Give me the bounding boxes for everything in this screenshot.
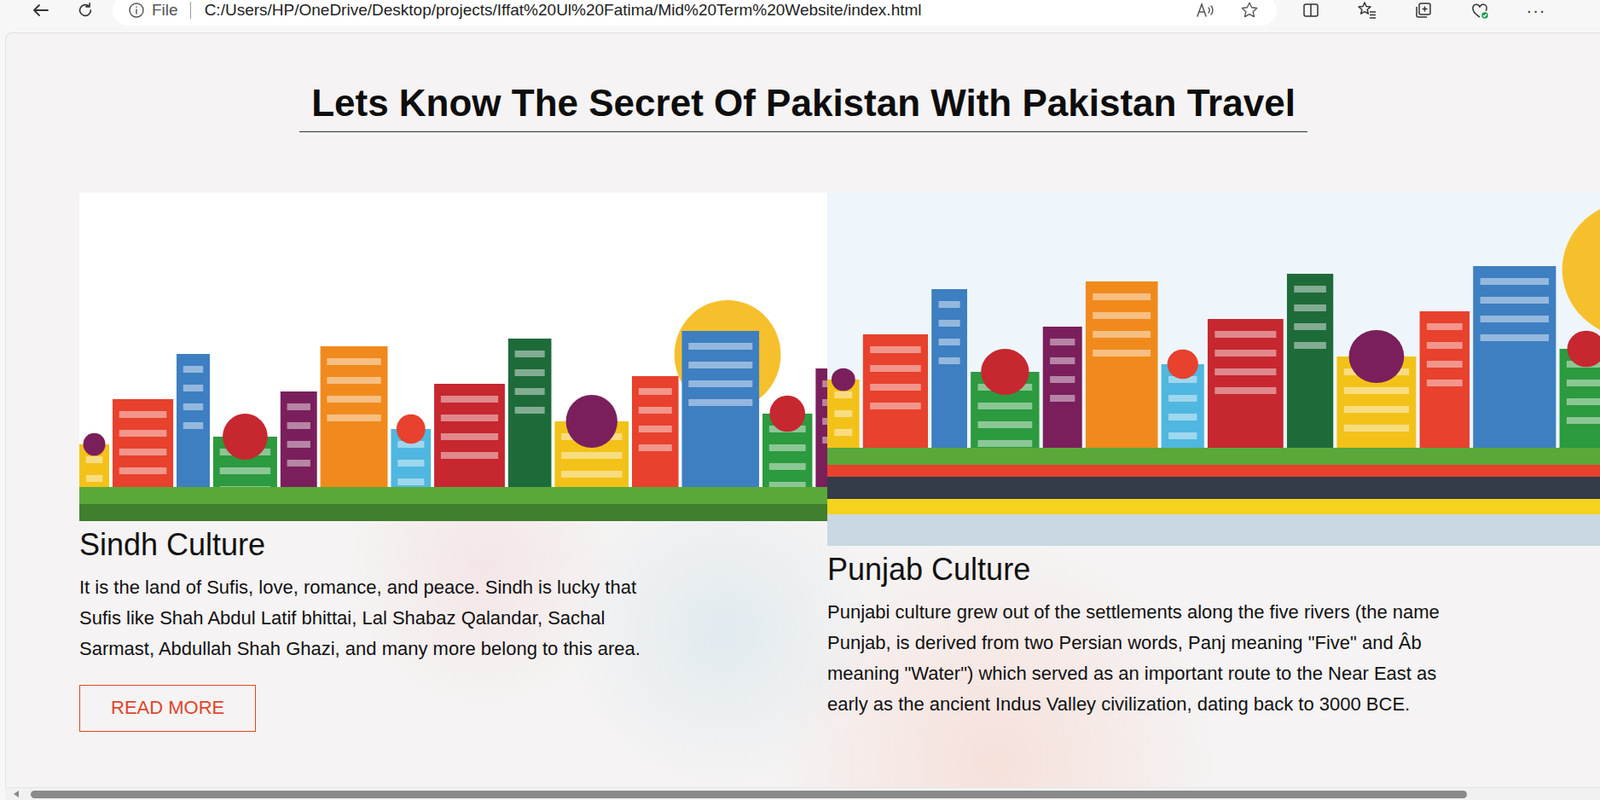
page-heading: Lets Know The Secret Of Pakistan With Pa… (299, 81, 1308, 133)
favorite-star-icon[interactable] (1234, 0, 1265, 26)
web-page: Lets Know The Secret Of Pakistan With Pa… (5, 32, 1600, 800)
card-title: Sindh Culture (79, 526, 828, 564)
scroll-track[interactable] (30, 790, 1592, 799)
browser-essentials-icon[interactable] (1464, 0, 1496, 26)
split-screen-icon[interactable] (1295, 0, 1327, 26)
collections-icon[interactable] (1408, 0, 1439, 26)
menu-button[interactable]: ··· (1520, 0, 1552, 26)
scroll-thumb[interactable] (30, 790, 1467, 799)
address-bar[interactable]: File C:/Users/HP/OneDrive/Desktop/projec… (112, 0, 1277, 26)
card-text: It is the land of Sufis, love, romance, … (79, 572, 660, 665)
heading-area: Lets Know The Secret Of Pakistan With Pa… (5, 33, 1600, 133)
back-icon[interactable] (25, 0, 57, 26)
horizontal-scrollbar[interactable] (5, 787, 1600, 800)
culture-card: Sindh Culture It is the land of Sufis, lo… (79, 192, 828, 732)
culture-image (827, 192, 1600, 546)
culture-image (79, 192, 828, 522)
favorites-icon[interactable] (1351, 0, 1383, 26)
card-title: Punjab Culture (827, 550, 1600, 589)
read-more-button[interactable]: READ MORE (79, 684, 256, 732)
culture-card: Punjab Culture Punjabi culture grew out o… (827, 192, 1600, 732)
card-text: Punjabi culture grew out of the settleme… (827, 597, 1442, 720)
read-aloud-icon[interactable] (1189, 0, 1221, 26)
scroll-left-icon[interactable] (13, 790, 19, 798)
info-icon[interactable] (127, 1, 145, 19)
browser-toolbar: File C:/Users/HP/OneDrive/Desktop/projec… (0, 0, 1600, 33)
address-divider (190, 1, 192, 19)
address-url[interactable]: C:/Users/HP/OneDrive/Desktop/projects/If… (204, 0, 922, 23)
address-scheme: File (151, 0, 179, 23)
refresh-icon[interactable] (69, 0, 101, 26)
culture-cards: Sindh Culture It is the land of Sufis, lo… (5, 192, 1600, 732)
menu-dots[interactable]: ··· (1523, 1, 1550, 19)
